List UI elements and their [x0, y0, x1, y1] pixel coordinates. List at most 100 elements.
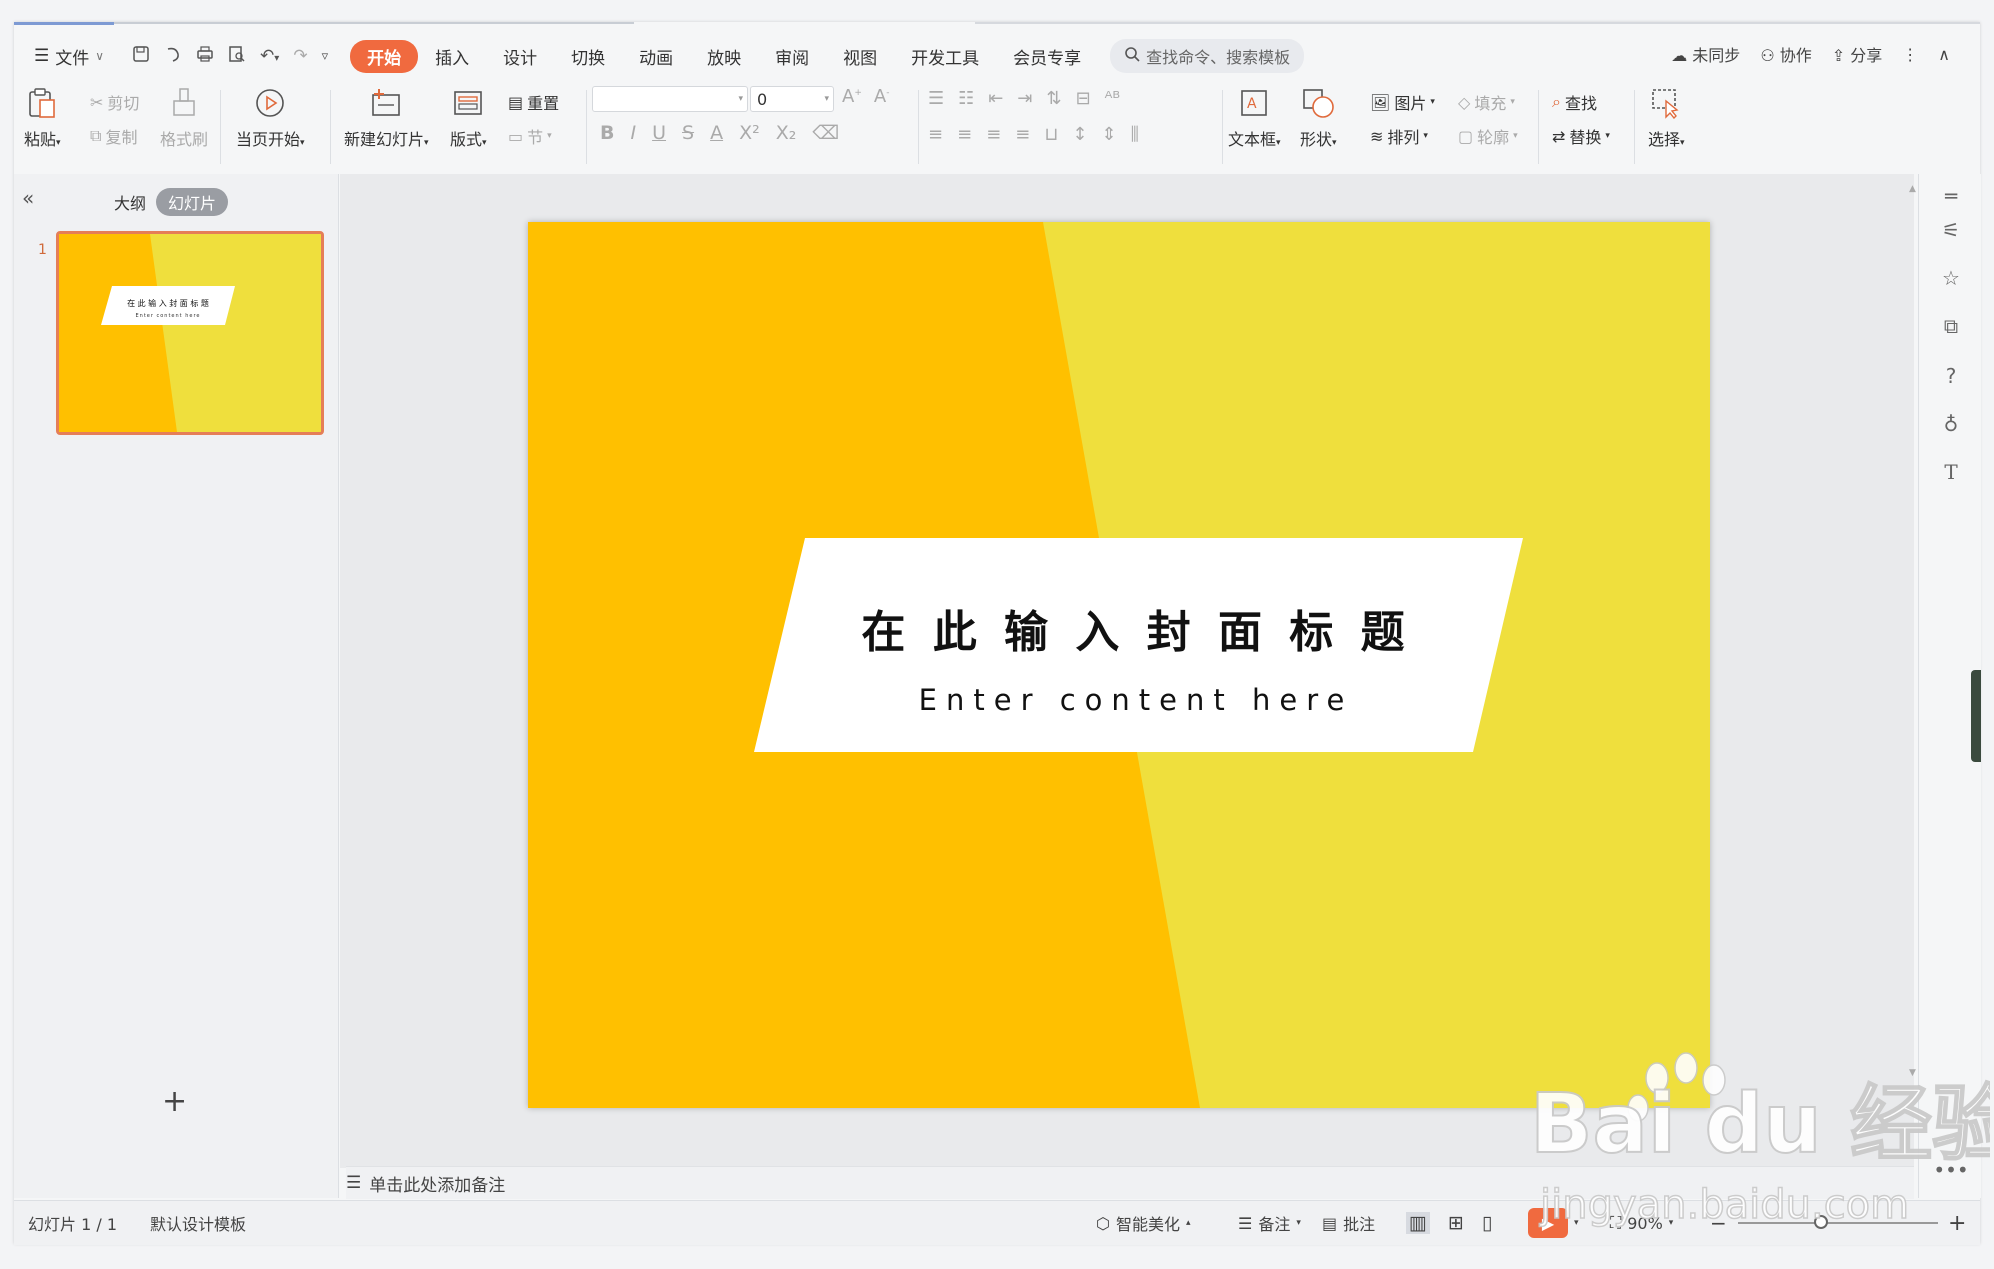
save-icon[interactable]: [132, 45, 150, 68]
layout-button[interactable]: 版式▾: [450, 86, 487, 150]
tab-view[interactable]: 视图: [826, 40, 894, 73]
tab-home[interactable]: 开始: [350, 39, 419, 73]
numbered-list-icon[interactable]: ☷: [958, 88, 974, 109]
command-search[interactable]: 查找命令、搜索模板: [1110, 39, 1305, 73]
paste-button[interactable]: 粘贴▾: [24, 86, 61, 150]
undo-history-icon[interactable]: [164, 45, 182, 68]
column-icon[interactable]: ⫼: [1131, 124, 1139, 145]
align-left-icon[interactable]: ≡: [928, 124, 943, 145]
slide-title[interactable]: 在 此 输 入 封 面 标 题: [861, 607, 1410, 658]
collaborate-button[interactable]: ⚇ 协作: [1760, 42, 1811, 66]
drag-handle-icon[interactable]: ═: [1939, 184, 1963, 208]
print-preview-icon[interactable]: [228, 45, 246, 68]
strikethrough-icon[interactable]: S: [682, 122, 694, 144]
sorter-view-icon[interactable]: ⊞: [1448, 1212, 1464, 1234]
superscript-icon[interactable]: X²: [739, 122, 760, 144]
scroll-down-icon[interactable]: ▼: [1909, 1068, 1916, 1078]
subscript-icon[interactable]: X₂: [776, 122, 797, 144]
bullet-list-icon[interactable]: ☰: [928, 88, 944, 109]
redo-icon[interactable]: ↷: [293, 46, 307, 66]
reset-button[interactable]: ▤ 重置: [508, 90, 559, 114]
tab-outline[interactable]: 大纲: [114, 190, 146, 214]
tab-review[interactable]: 审阅: [758, 40, 826, 73]
play-slideshow-button[interactable]: ▶ ▾: [1528, 1208, 1579, 1238]
tab-developer[interactable]: 开发工具: [894, 40, 996, 73]
italic-icon[interactable]: I: [630, 122, 636, 144]
outline-button[interactable]: ▢ 轮廓 ▾: [1458, 124, 1518, 148]
justify-icon[interactable]: ≡: [1015, 124, 1030, 145]
tab-slides[interactable]: 幻灯片: [156, 188, 229, 216]
line-spacing-icon[interactable]: ↕: [1072, 124, 1087, 145]
more-icon[interactable]: ⋮: [1902, 45, 1918, 64]
find-button[interactable]: ⌕ 查找: [1552, 90, 1597, 114]
collapse-panel-icon[interactable]: «: [22, 186, 34, 210]
properties-icon[interactable]: ⚟: [1939, 218, 1963, 242]
format-painter-button[interactable]: 格式刷: [160, 86, 208, 150]
align-right-icon[interactable]: ≡: [986, 124, 1001, 145]
undo-icon[interactable]: ↶▾: [260, 46, 279, 66]
section-button[interactable]: ▭ 节 ▾: [508, 124, 552, 148]
zoom-slider-thumb[interactable]: [1814, 1215, 1828, 1229]
arrange-button[interactable]: ≋ 排列 ▾: [1370, 124, 1428, 148]
tab-insert[interactable]: 插入: [418, 40, 486, 73]
normal-view-icon[interactable]: ▥: [1406, 1212, 1430, 1234]
increase-font-icon[interactable]: A+: [842, 86, 862, 107]
tab-member[interactable]: 会员专享: [996, 40, 1098, 73]
select-button[interactable]: 选择▾: [1648, 86, 1685, 150]
increase-indent-icon[interactable]: ⇥: [1017, 88, 1032, 109]
font-color-icon[interactable]: A: [710, 122, 723, 144]
slide-library-icon[interactable]: ⧉: [1939, 314, 1963, 338]
help-icon[interactable]: ?: [1939, 364, 1963, 388]
tab-slideshow[interactable]: 放映: [690, 40, 758, 73]
paragraph-spacing-icon[interactable]: ⇕: [1102, 124, 1117, 145]
play-current-button[interactable]: 当页开始▾: [236, 86, 305, 150]
text-direction-icon[interactable]: ⇅: [1046, 88, 1061, 109]
slide-thumbnail[interactable]: 在 此 输 入 封 面 标 题 Enter content here: [56, 231, 324, 435]
text-icon[interactable]: T: [1939, 460, 1963, 484]
copy-button[interactable]: ⧉ 复制: [90, 124, 137, 148]
notes-toggle[interactable]: ☰ 备注 ▾: [1238, 1211, 1301, 1235]
zoom-fit-button[interactable]: ⛶ 90% ▾: [1610, 1213, 1673, 1233]
underline-icon[interactable]: U: [652, 122, 666, 144]
reading-view-icon[interactable]: ▯: [1482, 1212, 1492, 1234]
bold-icon[interactable]: B: [600, 122, 614, 144]
vertical-scrollbar[interactable]: ▲ ▼: [1904, 174, 1916, 1164]
side-widget-tab[interactable]: [1971, 670, 1981, 762]
zoom-in-button[interactable]: +: [1948, 1211, 1966, 1236]
textbox-button[interactable]: A 文本框▾: [1228, 86, 1281, 150]
more-options-icon[interactable]: •••: [1933, 1158, 1968, 1182]
shape-button[interactable]: 形状▾: [1300, 86, 1337, 150]
font-size-select[interactable]: 0 ▾: [750, 86, 834, 112]
eraser-icon[interactable]: ⌫: [812, 122, 839, 144]
decrease-indent-icon[interactable]: ⇤: [988, 88, 1003, 109]
tab-animations[interactable]: 动画: [622, 40, 690, 73]
add-slide-button[interactable]: +: [162, 1084, 187, 1119]
new-slide-button[interactable]: 新建幻灯片▾: [344, 86, 429, 150]
fill-button[interactable]: ◇ 填充 ▾: [1458, 90, 1515, 114]
tab-transitions[interactable]: 切换: [554, 40, 622, 73]
convert-smartart-icon[interactable]: ᴬᴮ: [1105, 88, 1121, 109]
picture-button[interactable]: 🖼 图片 ▾: [1370, 90, 1435, 114]
star-icon[interactable]: ☆: [1939, 266, 1963, 290]
tab-design[interactable]: 设计: [486, 40, 554, 73]
align-text-icon[interactable]: ⊟: [1076, 88, 1091, 109]
decrease-font-icon[interactable]: A-: [874, 86, 890, 107]
share-button[interactable]: ⇪ 分享: [1832, 42, 1883, 66]
zoom-value[interactable]: 90%: [1627, 1214, 1663, 1233]
customize-toolbar-icon[interactable]: ▿: [322, 49, 329, 64]
bulb-icon[interactable]: ♁: [1939, 412, 1963, 436]
sync-button[interactable]: ☁ 未同步: [1671, 42, 1740, 66]
beautify-button[interactable]: ⬡ 智能美化 ▴: [1096, 1211, 1191, 1235]
font-name-select[interactable]: ▾: [592, 86, 748, 112]
scroll-up-icon[interactable]: ▲: [1909, 184, 1916, 194]
zoom-slider[interactable]: [1738, 1222, 1938, 1224]
cut-button[interactable]: ✂ 剪切: [90, 90, 139, 114]
template-name[interactable]: 默认设计模板: [150, 1211, 246, 1235]
slide-subtitle[interactable]: Enter content here: [919, 683, 1354, 717]
comments-toggle[interactable]: ▤ 批注: [1322, 1211, 1375, 1235]
replace-button[interactable]: ⇄ 替换 ▾: [1552, 124, 1610, 148]
print-icon[interactable]: [196, 45, 214, 68]
collapse-ribbon-icon[interactable]: ∧: [1938, 45, 1950, 64]
file-menu[interactable]: ☰ 文件 ∨: [34, 44, 104, 69]
slide-canvas[interactable]: 在 此 输 入 封 面 标 题 Enter content here: [528, 222, 1710, 1108]
